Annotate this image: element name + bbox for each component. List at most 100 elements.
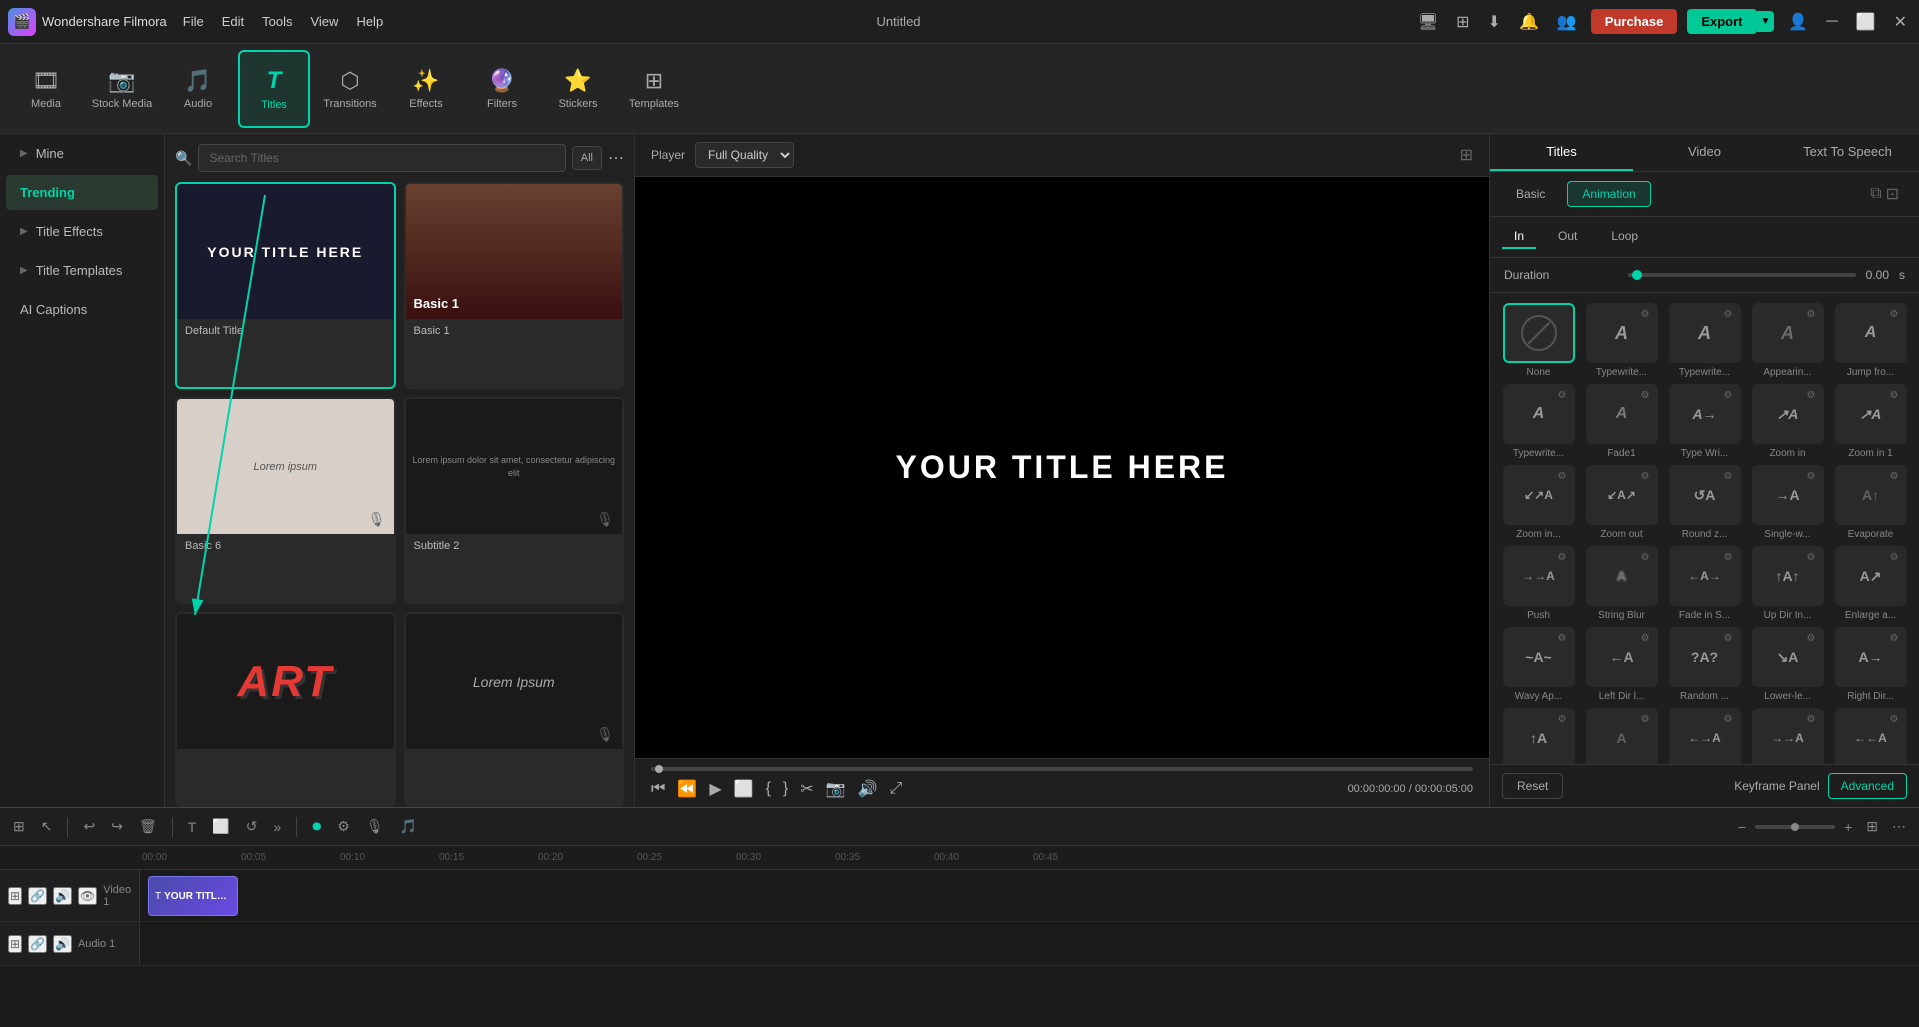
sidebar-item-ai-captions[interactable]: AI Captions (6, 292, 158, 327)
anim-enlarge[interactable]: A↗ ⚙ Enlarge a... (1832, 546, 1909, 621)
snapshot-button[interactable]: 📷 (826, 779, 846, 799)
tl-mic-button[interactable]: 🎙 (361, 815, 389, 838)
tl-rotate-button[interactable]: ↺ (241, 815, 263, 838)
step-back-button[interactable]: ⏪ (677, 779, 697, 799)
anim-left-dir[interactable]: ←A ⚙ Left Dir l... (1583, 627, 1660, 702)
anim-typewrite1[interactable]: A ⚙ Typewrite... (1583, 303, 1660, 378)
anim-zoom-out[interactable]: ↙A↗ ⚙ Zoom out (1583, 465, 1660, 540)
quality-select[interactable]: Full Quality (695, 142, 794, 168)
download-icon[interactable]: ⬇ (1484, 8, 1505, 36)
more-options-button[interactable]: ⋯ (608, 148, 624, 168)
anim-string-blur[interactable]: A ⚙ String Blur (1583, 546, 1660, 621)
play-button[interactable]: ▶ (709, 779, 721, 799)
tl-zoom-slider[interactable] (1755, 825, 1835, 829)
notification-icon[interactable]: 🔔 (1515, 8, 1543, 36)
tl-text-button[interactable]: T (183, 816, 202, 838)
close-button[interactable]: ✕ (1890, 8, 1911, 36)
title-clip[interactable]: T YOUR TITLE... (148, 876, 238, 916)
track-visibility-icon[interactable]: 👁 (78, 887, 97, 905)
anim-27[interactable]: A ⚙ (1583, 708, 1660, 764)
tl-more-button[interactable]: » (268, 816, 286, 838)
title-card-basic6[interactable]: Lorem ipsum 🎙 Basic 6 (175, 397, 396, 604)
advanced-button[interactable]: Advanced (1828, 773, 1907, 799)
purchase-button[interactable]: Purchase (1591, 9, 1678, 34)
tab-text-to-speech[interactable]: Text To Speech (1776, 134, 1919, 171)
anim-type-write[interactable]: A→ ⚙ Type Wri... (1666, 384, 1743, 459)
tl-more2-button[interactable]: ⋯ (1887, 815, 1911, 838)
tl-audio-button[interactable]: 🎵 (395, 815, 422, 838)
tool-media[interactable]: 🎞 Media (10, 50, 82, 128)
people-icon[interactable]: 👥 (1553, 8, 1581, 36)
audio-track-add-icon[interactable]: ⊞ (8, 935, 22, 953)
menu-help[interactable]: Help (356, 14, 383, 29)
maximize-button[interactable]: ⬜ (1852, 8, 1880, 36)
menu-view[interactable]: View (310, 14, 338, 29)
copy-icon[interactable]: ⧉ (1870, 184, 1881, 204)
anim-28[interactable]: ←→A ⚙ (1666, 708, 1743, 764)
anim-zoom-in2[interactable]: ↙↗A ⚙ Zoom in... (1500, 465, 1577, 540)
anim-random[interactable]: ?A? ⚙ Random ... (1666, 627, 1743, 702)
tool-audio[interactable]: 🎵 Audio (162, 50, 234, 128)
anim-round-z[interactable]: ↺A ⚙ Round z... (1666, 465, 1743, 540)
tool-titles[interactable]: T Titles (238, 50, 310, 128)
menu-edit[interactable]: Edit (222, 14, 244, 29)
reset-button[interactable]: Reset (1502, 773, 1563, 799)
tool-filters[interactable]: 🔮 Filters (466, 50, 538, 128)
anim-29[interactable]: →→A ⚙ (1749, 708, 1826, 764)
anim-tab-in[interactable]: In (1502, 225, 1536, 249)
audio-track-volume-icon[interactable]: 🔊 (53, 935, 72, 953)
duration-slider[interactable] (1628, 273, 1856, 277)
tl-select-button[interactable]: ↖ (36, 815, 58, 838)
tl-settings-button[interactable]: ⚙ (332, 815, 355, 838)
minimize-button[interactable]: ─ (1822, 9, 1841, 35)
anim-right-dir[interactable]: A→ ⚙ Right Dir... (1832, 627, 1909, 702)
tab-titles[interactable]: Titles (1490, 134, 1633, 171)
tool-transitions[interactable]: ⬡ Transitions (314, 50, 386, 128)
paste-icon[interactable]: ⊡ (1886, 184, 1899, 204)
tl-undo-button[interactable]: ↩ (78, 815, 100, 838)
anim-single-w[interactable]: →A ⚙ Single-w... (1749, 465, 1826, 540)
tl-layout-button[interactable]: ⊞ (1861, 815, 1883, 838)
subtab-basic[interactable]: Basic (1502, 182, 1559, 206)
clip-button[interactable]: ✂ (800, 779, 813, 799)
tl-redo-button[interactable]: ↪ (106, 815, 128, 838)
rewind-button[interactable]: ⏮ (651, 780, 665, 798)
screen-icon[interactable]: 🖥 (1414, 8, 1442, 36)
tool-stock-media[interactable]: 📷 Stock Media (86, 50, 158, 128)
anim-26[interactable]: ↑A ⚙ (1500, 708, 1577, 764)
title-card-default[interactable]: YOUR TITLE HERE Default Title (175, 182, 396, 389)
export-dropdown-button[interactable]: ▼ (1757, 11, 1775, 32)
anim-wavy-ap[interactable]: ~A~ ⚙ Wavy Ap... (1500, 627, 1577, 702)
sidebar-item-mine[interactable]: ▶ Mine (6, 136, 158, 171)
mark-in-button[interactable]: { (766, 780, 771, 798)
anim-tab-loop[interactable]: Loop (1599, 225, 1650, 249)
anim-typewrite3[interactable]: A ⚙ Typewrite... (1500, 384, 1577, 459)
menu-tools[interactable]: Tools (262, 14, 292, 29)
template-icon[interactable]: ⊞ (1452, 8, 1473, 36)
anim-tab-out[interactable]: Out (1546, 225, 1589, 249)
track-add-icon[interactable]: ⊞ (8, 887, 22, 905)
preview-expand-icon[interactable]: ⊞ (1460, 145, 1473, 165)
tool-templates[interactable]: ⊞ Templates (618, 50, 690, 128)
anim-evaporate[interactable]: A↑ ⚙ Evaporate (1832, 465, 1909, 540)
more-controls-button[interactable]: ⤢ (890, 780, 903, 798)
tl-zoom-in-button[interactable]: + (1839, 816, 1857, 838)
anim-appearing[interactable]: A ⚙ Appearin... (1749, 303, 1826, 378)
title-card-basic1[interactable]: Basic 1 Basic 1 (404, 182, 625, 389)
anim-up-dir-in[interactable]: ↑A↑ ⚙ Up Dir In... (1749, 546, 1826, 621)
menu-file[interactable]: File (183, 14, 204, 29)
filter-button[interactable]: All (572, 146, 602, 170)
stop-button[interactable]: ⬜ (734, 779, 754, 799)
tl-grid-button[interactable]: ⊞ (8, 815, 30, 838)
track-link-icon[interactable]: 🔗 (28, 887, 47, 905)
anim-typewrite2[interactable]: A ⚙ Typewrite... (1666, 303, 1743, 378)
anim-30[interactable]: ←←A ⚙ (1832, 708, 1909, 764)
search-input[interactable] (198, 144, 565, 172)
avatar-button[interactable]: 👤 (1784, 8, 1812, 36)
export-button[interactable]: Export (1687, 9, 1756, 34)
title-card-subtitle2[interactable]: Lorem ipsum dolor sit amet, consectetur … (404, 397, 625, 604)
anim-jump-from[interactable]: A ⚙ Jump fro... (1832, 303, 1909, 378)
anim-none[interactable]: None (1500, 303, 1577, 378)
sidebar-item-trending[interactable]: Trending (6, 175, 158, 210)
tool-effects[interactable]: ✨ Effects (390, 50, 462, 128)
